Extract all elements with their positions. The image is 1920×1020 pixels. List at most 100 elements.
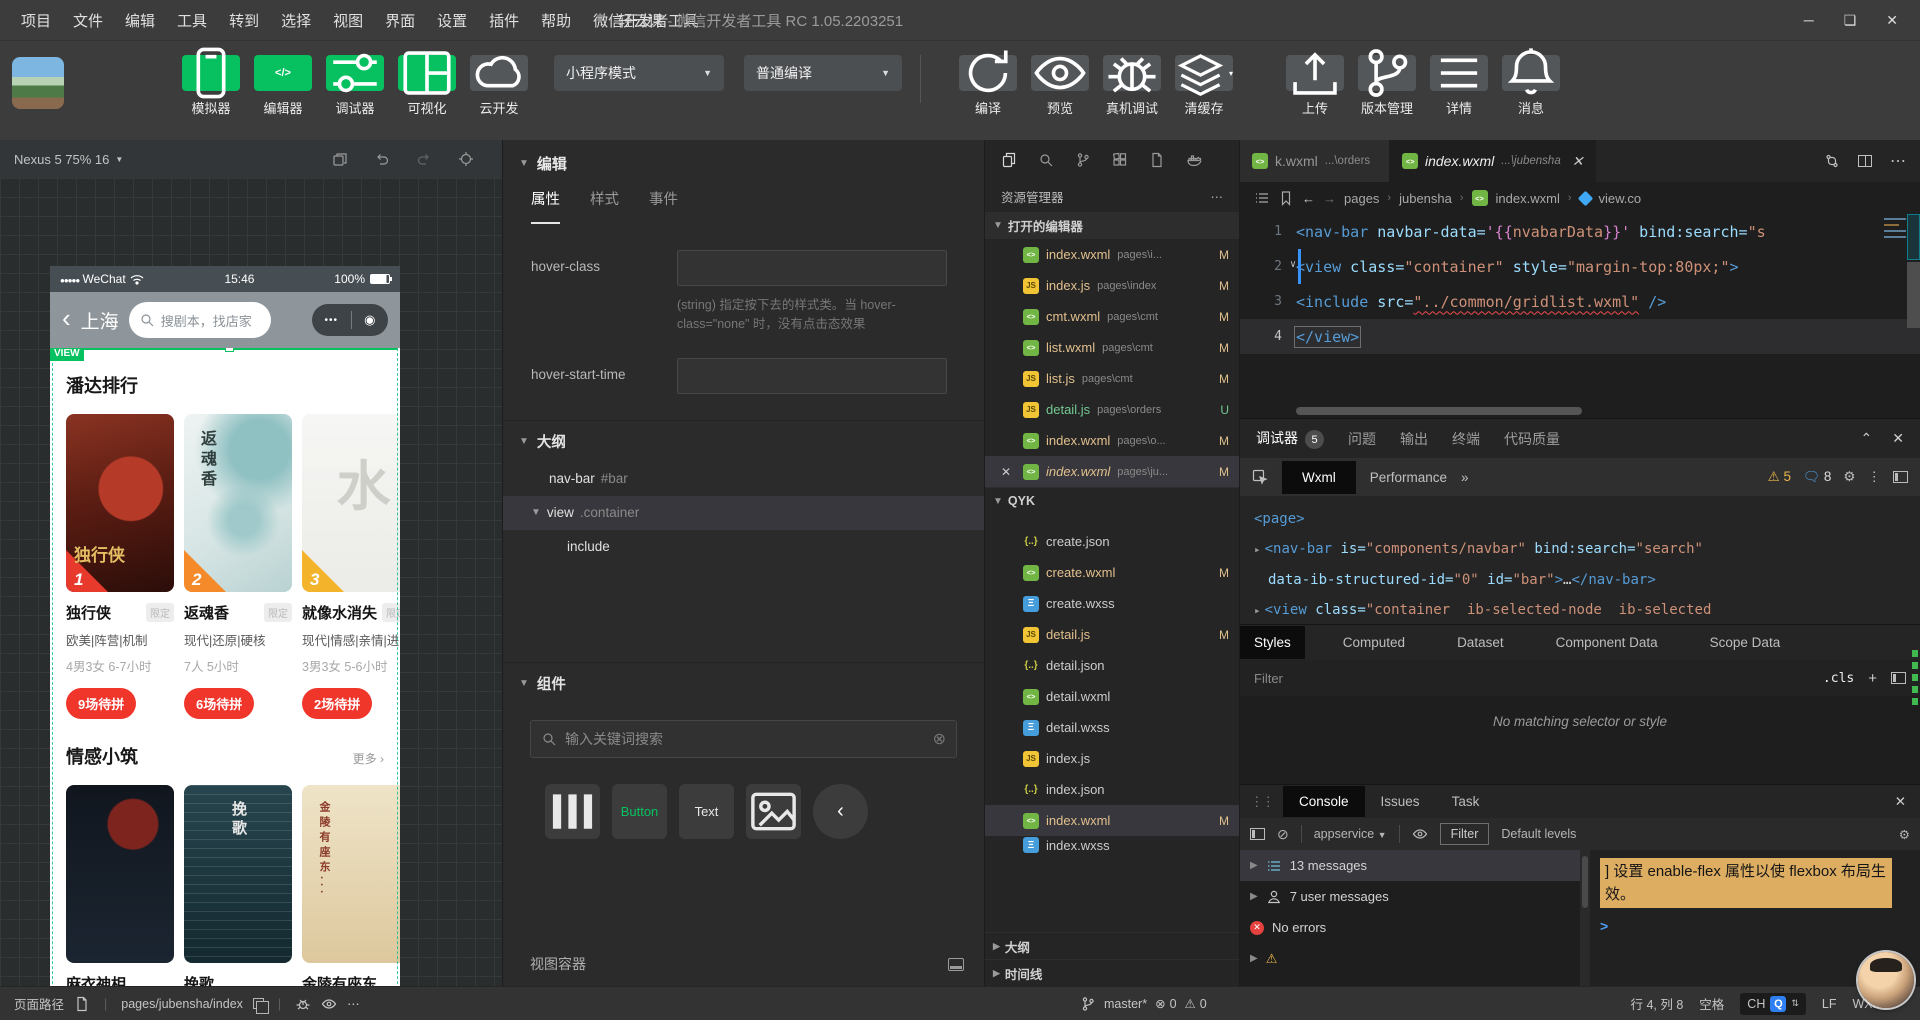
more-actions-icon[interactable]: ⋯ [347,996,360,1011]
tab-wxml[interactable]: Wxml [1282,461,1356,494]
tab-事件[interactable]: 事件 [649,186,678,224]
book-pill-button[interactable]: 2场待拼 [302,688,372,719]
book-pill-button[interactable]: 6场待拼 [184,688,254,719]
编译-button[interactable]: 编译 [959,55,1017,117]
console-prompt[interactable]: > [1600,918,1910,934]
menu-item-2[interactable]: 编辑 [114,10,166,31]
undo-icon[interactable] [374,151,390,167]
menu-item-4[interactable]: 转到 [218,10,270,31]
menu-item-5[interactable]: 选择 [270,10,322,31]
bug-icon[interactable] [295,996,311,1012]
wxml-inspector[interactable]: <page>▸<nav-bar is="components/navbar" b… [1240,496,1920,624]
tab-overflow-icon[interactable]: » [1461,470,1469,485]
vertical-scrollbar[interactable] [1907,262,1920,328]
tab-终端[interactable]: 终端 [1452,429,1480,449]
search-icon[interactable] [1038,152,1054,168]
outline-node-include[interactable]: include [503,530,984,564]
breadcrumb-item-index.wxml[interactable]: index.wxml [1496,191,1560,206]
exit-circle-icon[interactable]: ◉ [364,312,375,328]
file-index.wxml[interactable]: <>index.wxmlM [985,805,1239,836]
page-doc-icon[interactable] [74,996,90,1012]
file-index.wxml[interactable]: <>index.wxmlpages\i...M [985,239,1239,270]
outline-list-icon[interactable] [1254,190,1270,206]
menu-item-1[interactable]: 文件 [62,10,114,31]
breadcrumb-item-pages[interactable]: pages [1344,191,1379,206]
component-‹[interactable]: ‹ [813,784,868,839]
settings-gear-icon[interactable]: ⚙ [1843,469,1855,485]
split-editor-icon[interactable] [1858,155,1872,167]
outline-node-view[interactable]: ▼view.container [503,496,984,530]
sync-changes-icon[interactable] [1824,153,1840,169]
source-control-icon[interactable] [1075,152,1091,168]
indent-setting[interactable]: 空格 [1699,994,1724,1013]
component-Text[interactable]: Text [679,784,734,839]
tab-component-data[interactable]: Component Data [1542,626,1672,659]
expand-arrow-icon[interactable]: ▶ [1250,860,1258,871]
可视化-button[interactable]: 可视化 [398,55,456,117]
log-levels-select[interactable]: Default levels [1501,827,1576,841]
file-create.json[interactable]: {..}create.json [985,526,1239,557]
tab-performance[interactable]: Performance [1370,470,1447,485]
console-group[interactable]: ▶⚠ [1240,943,1580,974]
file-icon[interactable] [1149,152,1165,168]
menu-item-7[interactable]: 界面 [374,10,426,31]
project-header[interactable]: ▼QYK [985,487,1239,514]
预览-button[interactable]: 预览 [1031,55,1089,117]
file-index.js[interactable]: JSindex.js [985,743,1239,774]
fold-icon[interactable]: ∨ [1290,259,1296,270]
console-group[interactable]: ✕No errors [1240,912,1580,943]
file-detail.wxss[interactable]: Ξdetail.wxss [985,712,1239,743]
tab-task[interactable]: Task [1436,786,1496,817]
current-page-path[interactable]: pages/jubensha/index [121,997,243,1011]
horizontal-scrollbar[interactable] [1240,404,1920,418]
poster-image[interactable]: 2返魂香 [184,414,292,592]
版本管理-button[interactable]: 版本管理 [1358,55,1416,117]
console-group[interactable]: ▶13 messages [1240,850,1580,881]
file-detail.js[interactable]: JSdetail.jsM [985,619,1239,650]
console-sidebar-icon[interactable] [1250,828,1265,840]
file-index.wxml[interactable]: ✕<>index.wxmlpages\ju...M [985,456,1239,487]
eol-setting[interactable]: LF [1822,997,1837,1011]
file-index.wxml[interactable]: <>index.wxmlpages\o...M [985,425,1239,456]
edit-panel-header[interactable]: ▼编辑 [503,140,984,186]
hover-start-time-input[interactable] [677,358,947,394]
调试器-button[interactable]: 调试器 [326,55,384,117]
script-card[interactable]: 麻衣神相 [66,785,174,986]
add-rule-icon[interactable]: + [1868,670,1877,687]
close-file-icon[interactable]: ✕ [1001,465,1011,479]
component-category-row[interactable]: 视图容器 [503,942,984,986]
menu-item-0[interactable]: 项目 [10,10,62,31]
script-card[interactable]: 2返魂香返魂香限定现代|还原|硬核7人 5小时6场待拼 [184,414,292,719]
poster-image[interactable]: 金陵有座东... [302,785,400,963]
git-branch-name[interactable]: master* [1104,997,1147,1011]
editor-tab-orders[interactable]: <> k.wxml ...\orders [1240,140,1390,182]
file-index.json[interactable]: {..}index.json [985,774,1239,805]
compile-mode-select[interactable]: 普通编译▼ [744,55,902,91]
float-window-icon[interactable] [332,151,348,167]
script-card[interactable]: 挽歌挽歌 [184,785,292,986]
上传-button[interactable]: 上传 [1286,55,1344,117]
user-avatar[interactable] [1858,952,1914,1008]
open-editors-header[interactable]: ▼打开的编辑器 [985,212,1239,239]
back-icon[interactable]: ‹ [62,305,71,331]
cursor-position[interactable]: 行 4, 列 8 [1630,994,1683,1013]
tab-issues[interactable]: Issues [1365,786,1436,817]
selected-log-message[interactable]: ] 设置 enable-flex 属性以使 flexbox 布局生效。 [1600,858,1892,908]
city-label[interactable]: 上海 [81,307,119,334]
poster-image[interactable]: 挽歌 [184,785,292,963]
docker-icon[interactable] [1186,152,1202,168]
drag-handle-icon[interactable]: ⋮⋮ [1240,794,1283,810]
components-section-header[interactable]: ▼组件 [503,662,984,704]
files-copy-icon[interactable] [1001,152,1017,168]
file-index.js[interactable]: JSindex.jspages\indexM [985,270,1239,301]
menu-item-10[interactable]: 帮助 [530,10,582,31]
tab-问题[interactable]: 问题 [1348,429,1376,449]
console-group[interactable]: ▶7 user messages [1240,881,1580,912]
breadcrumb-item-jubensha[interactable]: jubensha [1399,191,1452,206]
search-input[interactable]: 搜剧本，找店家 [129,302,271,338]
section-时间线[interactable]: ▶时间线 [985,959,1239,986]
云开发-button[interactable]: 云开发 [470,55,528,117]
more-link[interactable]: 更多 › [353,750,384,767]
script-card[interactable]: 3水就像水消失...限定现代|情感|亲情|进阶3男3女 5-6小时2场待拼 [302,414,400,719]
tab-代码质量[interactable]: 代码质量 [1504,429,1560,449]
